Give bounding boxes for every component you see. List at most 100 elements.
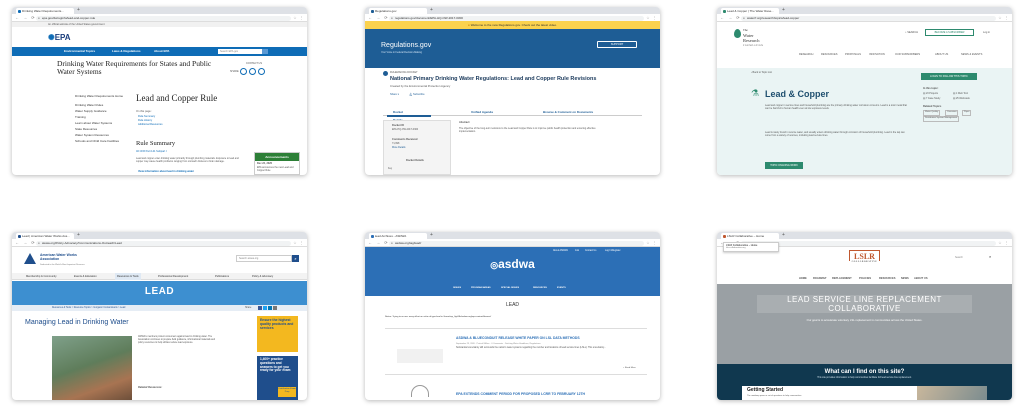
nav-home[interactable]: HOME bbox=[799, 277, 807, 280]
nav-news[interactable]: NEWS bbox=[901, 277, 909, 280]
post-thumbnail[interactable] bbox=[397, 349, 443, 363]
sidebar-item-rules[interactable]: Drinking Water Rules bbox=[75, 103, 130, 108]
twitter-icon[interactable] bbox=[263, 306, 267, 310]
new-tab-icon[interactable]: + bbox=[77, 7, 80, 14]
nav-news[interactable]: NEWS & EVENTS bbox=[961, 53, 982, 56]
top-link-about[interactable]: About ASDWA bbox=[553, 249, 568, 253]
nav-resources[interactable]: RESOURCES bbox=[879, 277, 895, 280]
post-2-title[interactable]: EPA EXTENDS COMMENT PERIOD FOR PROPOSED … bbox=[456, 392, 656, 396]
tab-unified-agenda[interactable]: Unified Agenda bbox=[471, 108, 493, 116]
nav-roadmap[interactable]: ROADMAP bbox=[813, 277, 826, 280]
login-link[interactable]: Log in bbox=[983, 31, 990, 35]
browser-menu-icon[interactable]: ☆ ⋮ bbox=[998, 14, 1009, 22]
contact-link[interactable]: CONTACT US bbox=[246, 62, 262, 66]
subscribe-button[interactable]: 🔔︎ Subscribe bbox=[409, 93, 425, 97]
new-tab-icon[interactable]: + bbox=[77, 232, 80, 239]
new-tab-icon[interactable]: + bbox=[782, 232, 785, 239]
announcement-text[interactable]: EPA announces the new Lead and Copper Ru… bbox=[255, 166, 299, 172]
nav-program-areas[interactable]: PROGRAM AREAS bbox=[471, 286, 491, 290]
view-info-link[interactable]: View information about lead in drinking … bbox=[138, 170, 194, 174]
top-link-join[interactable]: Join bbox=[575, 249, 579, 253]
more-details-link[interactable]: More Details bbox=[392, 146, 405, 150]
nav-arrows-icon[interactable]: ← → ⟳ bbox=[368, 239, 389, 247]
new-tab-icon[interactable]: + bbox=[430, 7, 433, 14]
browser-menu-icon[interactable]: ☆ ⋮ bbox=[293, 239, 304, 247]
related-pipes[interactable]: Pipes bbox=[962, 110, 972, 116]
search-input[interactable]: Search awwa.org bbox=[236, 255, 292, 262]
new-tab-icon[interactable]: + bbox=[430, 232, 433, 239]
nav-laws-regulations[interactable]: Laws & Regulations bbox=[112, 47, 141, 56]
ad-exam-prep[interactable]: 1,400+ practice questions and answers to… bbox=[257, 356, 298, 400]
nav-subscribers[interactable]: OUR SUBSCRIBERS bbox=[895, 53, 920, 56]
top-link-login[interactable]: Log In/Register bbox=[605, 249, 621, 253]
linkedin-icon[interactable] bbox=[268, 306, 272, 310]
url-field[interactable]: ●lslr-collaborative.org bbox=[741, 240, 996, 246]
epa-logo[interactable]: ✺EPA bbox=[48, 33, 71, 42]
sidebar-item-state[interactable]: State Resources bbox=[75, 127, 130, 132]
post-1-title[interactable]: ASDWA & BLUECONDUIT RELEASE WHITE PAPER … bbox=[456, 336, 656, 340]
related-distribution[interactable]: Distribution System Management bbox=[923, 116, 960, 122]
nav-replacement[interactable]: REPLACEMENT bbox=[832, 277, 852, 280]
url-field[interactable]: ● regulations.gov/document/EPA-HQ-OW-2017… bbox=[389, 15, 644, 21]
nav-special-issues[interactable]: SPECIAL ISSUES bbox=[501, 286, 519, 290]
search-link[interactable]: ⌕ SEARCH bbox=[905, 31, 918, 35]
regulations-logo[interactable]: Regulations.gov bbox=[381, 42, 431, 49]
nav-membership[interactable]: Membership & Community bbox=[26, 273, 57, 280]
sidebar-item-system[interactable]: Water System Resources bbox=[75, 133, 130, 138]
wrf-logo[interactable]: The Water Research FOUNDATION bbox=[743, 28, 763, 48]
related-corrosion[interactable]: Corrosion bbox=[945, 110, 959, 116]
search-input[interactable]: Search EPA.gov bbox=[218, 49, 262, 54]
nav-policies[interactable]: POLICIES bbox=[859, 277, 871, 280]
email-icon[interactable] bbox=[273, 306, 277, 310]
link-additional-resources[interactable]: Additional Resources bbox=[138, 123, 163, 127]
browser-menu-icon[interactable]: ☆ ⋮ bbox=[646, 239, 657, 247]
nav-publications[interactable]: Publications bbox=[215, 273, 229, 280]
browser-menu-icon[interactable]: ☆ ⋮ bbox=[998, 239, 1009, 247]
nav-innovation[interactable]: INNOVATION bbox=[869, 53, 885, 56]
nav-resources[interactable]: RESOURCES bbox=[533, 286, 547, 290]
back-link[interactable]: ‹ Back to Topic List bbox=[751, 71, 772, 75]
sidebar-item-schools[interactable]: Schools and Child Care Facilities bbox=[75, 139, 130, 144]
breadcrumb[interactable]: Resources & Tools > Resource Topics > In… bbox=[52, 305, 125, 311]
cfr-link[interactable]: 40 CFR Part 141 Subpart I bbox=[136, 150, 167, 154]
nav-resources[interactable]: Resources & Tools bbox=[115, 273, 141, 280]
url-field[interactable]: ● epa.gov/dwreginfo/lead-and-copper-rule bbox=[36, 15, 291, 21]
nav-proposals[interactable]: PROPOSALS bbox=[845, 53, 861, 56]
asdwa-logo[interactable]: ◎asdwa bbox=[365, 257, 660, 271]
nav-about[interactable]: ABOUT US bbox=[914, 277, 928, 280]
follow-topic-button[interactable]: LOGIN TO FOLLOW THIS TOPIC bbox=[921, 73, 977, 80]
browser-menu-icon[interactable]: ☆ ⋮ bbox=[293, 14, 304, 22]
nav-resources[interactable]: RESOURCES bbox=[821, 53, 837, 56]
nav-arrows-icon[interactable]: ← → ⟳ bbox=[15, 239, 36, 247]
nav-environmental-topics[interactable]: Environmental Topics bbox=[64, 47, 95, 56]
awwa-logo[interactable]: American Water Works Association bbox=[40, 253, 77, 262]
subscribe-button[interactable]: BECOME A SUBSCRIBER bbox=[925, 29, 974, 36]
sidebar-item-training[interactable]: Training bbox=[75, 115, 130, 120]
nav-professional[interactable]: Professional Development bbox=[158, 273, 188, 280]
ongoing-work-button[interactable]: TOPIC ONGOING WORK bbox=[765, 162, 803, 169]
related-water-quality[interactable]: Water Quality bbox=[923, 110, 941, 116]
twitter-icon[interactable] bbox=[249, 68, 256, 75]
top-link-contact[interactable]: Contact Us bbox=[585, 249, 596, 253]
share-button[interactable]: Share ▾ bbox=[390, 93, 399, 97]
support-button[interactable]: SUPPORT bbox=[597, 41, 637, 48]
search-icon[interactable]: ⌕ bbox=[989, 254, 991, 259]
url-field[interactable]: ● asdwa.org/tag/lead/ bbox=[389, 240, 644, 246]
search-icon[interactable] bbox=[262, 49, 268, 54]
sidebar-item-learn[interactable]: Learn about Water Systems bbox=[75, 121, 130, 126]
url-field[interactable]: ● waterrf.org/research/topics/lead-copper bbox=[741, 15, 996, 21]
search-input[interactable]: Search bbox=[955, 256, 963, 260]
nav-policy[interactable]: Policy & Advocacy bbox=[252, 273, 273, 280]
facebook-icon[interactable] bbox=[258, 306, 262, 310]
nav-issues[interactable]: ISSUES bbox=[453, 286, 461, 290]
nav-about-epa[interactable]: About EPA bbox=[154, 47, 169, 56]
nav-arrows-icon[interactable]: ← → ⟳ bbox=[15, 14, 36, 22]
sidebar-item-home[interactable]: Drinking Water Requirements Home bbox=[75, 94, 130, 99]
search-icon[interactable]: ⌕ bbox=[292, 255, 299, 262]
read-more-link[interactable]: + Read More bbox=[623, 366, 636, 370]
nav-arrows-icon[interactable]: ← → ⟳ bbox=[720, 14, 741, 22]
nav-about[interactable]: ABOUT US bbox=[935, 53, 948, 56]
email-icon[interactable] bbox=[258, 68, 265, 75]
ad-products[interactable]: Ensure the highest quality products and … bbox=[257, 316, 298, 352]
tab-browse-comment[interactable]: Browse & Comment on Documents bbox=[543, 108, 593, 116]
